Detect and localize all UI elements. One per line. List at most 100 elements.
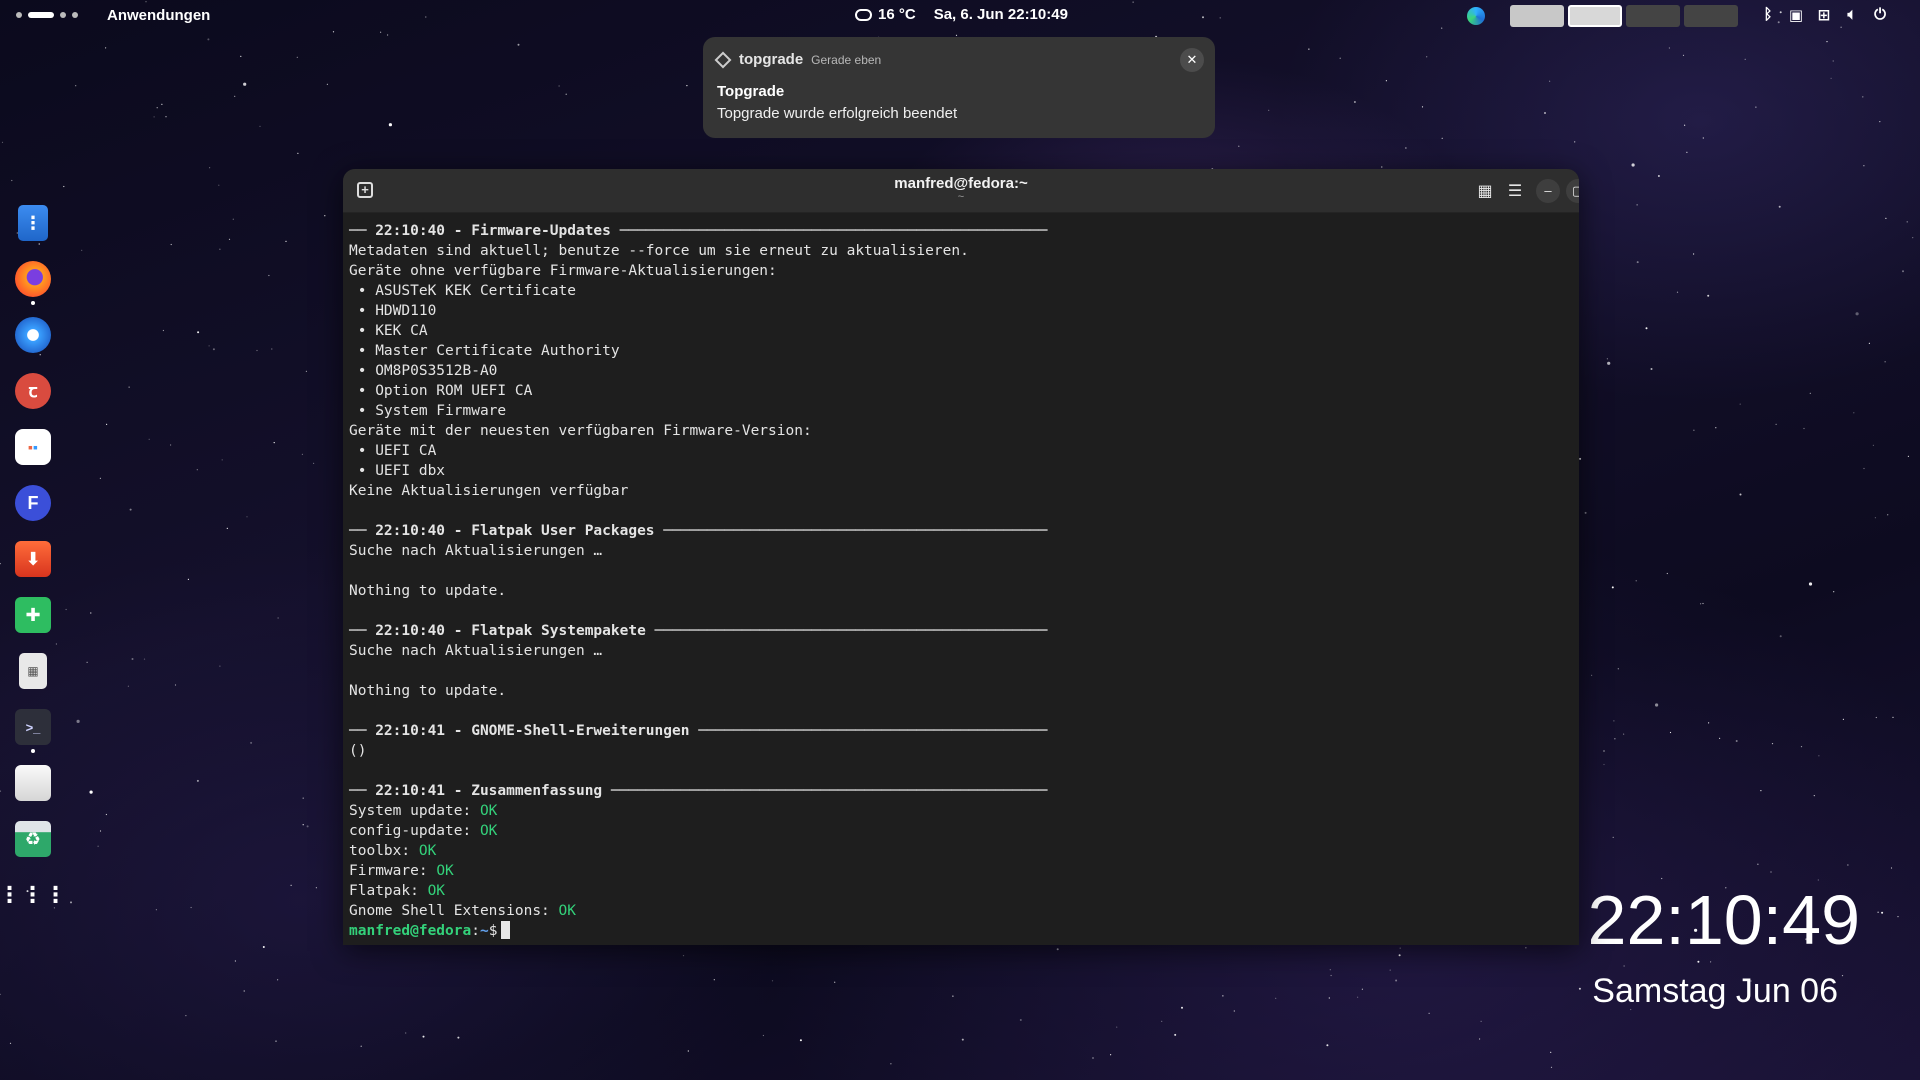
- star: [1056, 948, 1059, 951]
- star: [360, 1045, 362, 1047]
- power-icon[interactable]: ⏻: [1872, 6, 1888, 24]
- line-text: ── 22:10:40 - Firmware-Updates ─────────…: [349, 223, 1048, 239]
- star: [196, 779, 199, 782]
- star: [305, 370, 307, 372]
- dock-item-video-downloader[interactable]: ⬇: [8, 531, 58, 587]
- star: [1676, 291, 1679, 293]
- workspace-thumbnail[interactable]: [1510, 5, 1564, 27]
- star: [388, 123, 392, 127]
- output-line: Geräte ohne verfügbare Firmware-Aktualis…: [349, 261, 1573, 281]
- star: [297, 152, 299, 154]
- star: [1906, 221, 1908, 223]
- network-icon[interactable]: ⊞: [1816, 6, 1832, 24]
- star: [1421, 106, 1424, 108]
- star: [86, 661, 88, 663]
- applications-menu[interactable]: Anwendungen: [107, 7, 210, 24]
- star: [1863, 165, 1865, 167]
- dock-item-thunderbird[interactable]: [8, 307, 58, 363]
- minimize-button[interactable]: –: [1536, 179, 1560, 203]
- star: [387, 34, 389, 36]
- workspace-dot[interactable]: [72, 12, 78, 18]
- notification-close-button[interactable]: ✕: [1180, 48, 1204, 72]
- dock-item-files[interactable]: ⋮: [8, 195, 58, 251]
- star: [834, 981, 836, 983]
- star: [1912, 237, 1914, 239]
- fedora-app-icon: F: [15, 485, 51, 521]
- dock-item-extensions[interactable]: ✚: [8, 587, 58, 643]
- dock-item-fedora-app[interactable]: F: [8, 475, 58, 531]
- workspace-dot[interactable]: [60, 12, 66, 18]
- star: [1668, 47, 1670, 49]
- star: [1757, 863, 1759, 865]
- star: [1353, 101, 1356, 103]
- volume-icon[interactable]: 🔈︎: [1844, 6, 1860, 24]
- workspace-indicator[interactable]: [16, 12, 78, 18]
- section-header-line: ── 22:10:40 - Flatpak Systempakete ─────…: [349, 621, 1573, 641]
- star: [1881, 911, 1884, 914]
- line-text: (): [349, 743, 367, 759]
- workspace-thumbnail[interactable]: [1626, 5, 1680, 27]
- star: [1110, 1054, 1112, 1056]
- star: [961, 1038, 964, 1041]
- line-text: Metadaten sind aktuell; benutze --force …: [349, 243, 969, 259]
- star: [1832, 60, 1834, 62]
- star: [301, 453, 303, 455]
- date-time-menu[interactable]: 16 °C Sa, 6. Jun 22:10:49: [855, 6, 1068, 23]
- terminal-window[interactable]: + manfred@fedora:~ ~ ▦ ☰ – ▢ ── 22:10:40…: [343, 169, 1579, 945]
- prompt-line[interactable]: manfred@fedora:~$: [349, 921, 1573, 941]
- star: [128, 386, 130, 388]
- star: [1715, 427, 1717, 429]
- running-indicator: [31, 749, 35, 753]
- menu-button[interactable]: ☰: [1504, 181, 1526, 203]
- browser-indicator-icon[interactable]: [1467, 7, 1485, 25]
- star: [1719, 737, 1721, 740]
- star: [170, 243, 172, 246]
- bluetooth-icon[interactable]: ᛒ: [1760, 6, 1776, 24]
- workspace-thumbnail-active[interactable]: [1568, 5, 1622, 27]
- tab-overview-button[interactable]: ▦: [1474, 181, 1496, 203]
- dock-item-calculator[interactable]: ▦: [8, 643, 58, 699]
- system-tray[interactable]: ᛒ ▣ ⊞ 🔈︎ ⏻: [1760, 6, 1888, 24]
- terminal-output[interactable]: ── 22:10:40 - Firmware-Updates ─────────…: [349, 221, 1573, 941]
- star: [324, 215, 326, 217]
- red-app-icon: ꞇ: [15, 373, 51, 409]
- star: [1308, 48, 1310, 50]
- workspace-thumbnails: [1510, 5, 1738, 27]
- star: [1381, 166, 1383, 168]
- star: [687, 1050, 689, 1052]
- workspace-dot[interactable]: [16, 12, 22, 18]
- dock-item-red-app[interactable]: ꞇ: [8, 363, 58, 419]
- star: [127, 685, 129, 687]
- star: [11, 179, 13, 182]
- terminal-headerbar[interactable]: + manfred@fedora:~ ~ ▦ ☰ – ▢: [343, 169, 1579, 213]
- star: [1875, 716, 1877, 719]
- dock-item-software[interactable]: ▪ ▪: [8, 419, 58, 475]
- star: [105, 47, 107, 49]
- star: [1268, 109, 1270, 111]
- line-text: ── 22:10:40 - Flatpak User Packages ────…: [349, 523, 1048, 539]
- star: [131, 658, 134, 660]
- star: [713, 979, 715, 981]
- line-text: Geräte mit der neuesten verfügbaren Firm…: [349, 423, 812, 439]
- prompt-user: manfred@fedora: [349, 923, 472, 939]
- star: [1578, 987, 1581, 990]
- dock-item-trash[interactable]: ♻: [8, 811, 58, 867]
- notification-banner[interactable]: topgrade Gerade eben ✕ Topgrade Topgrade…: [703, 37, 1215, 138]
- star: [1775, 423, 1777, 425]
- star: [1584, 511, 1587, 514]
- screen-icon[interactable]: ▣: [1788, 6, 1804, 24]
- dock-item-terminal[interactable]: >_: [8, 699, 58, 755]
- line-text: Gnome Shell Extensions:: [349, 903, 559, 919]
- output-line: Metadaten sind aktuell; benutze --force …: [349, 241, 1573, 261]
- star: [1887, 514, 1889, 516]
- blank-app-icon: [15, 765, 51, 801]
- workspace-thumbnail[interactable]: [1684, 5, 1738, 27]
- show-apps-button[interactable]: ⋮⋮⋮: [0, 867, 67, 923]
- star: [1739, 403, 1741, 405]
- dock-item-firefox[interactable]: [8, 251, 58, 307]
- workspace-dot-active[interactable]: [28, 12, 54, 18]
- dock-item-blank-app[interactable]: [8, 755, 58, 811]
- star: [1328, 997, 1330, 999]
- star: [1275, 997, 1277, 999]
- star: [799, 1039, 802, 1042]
